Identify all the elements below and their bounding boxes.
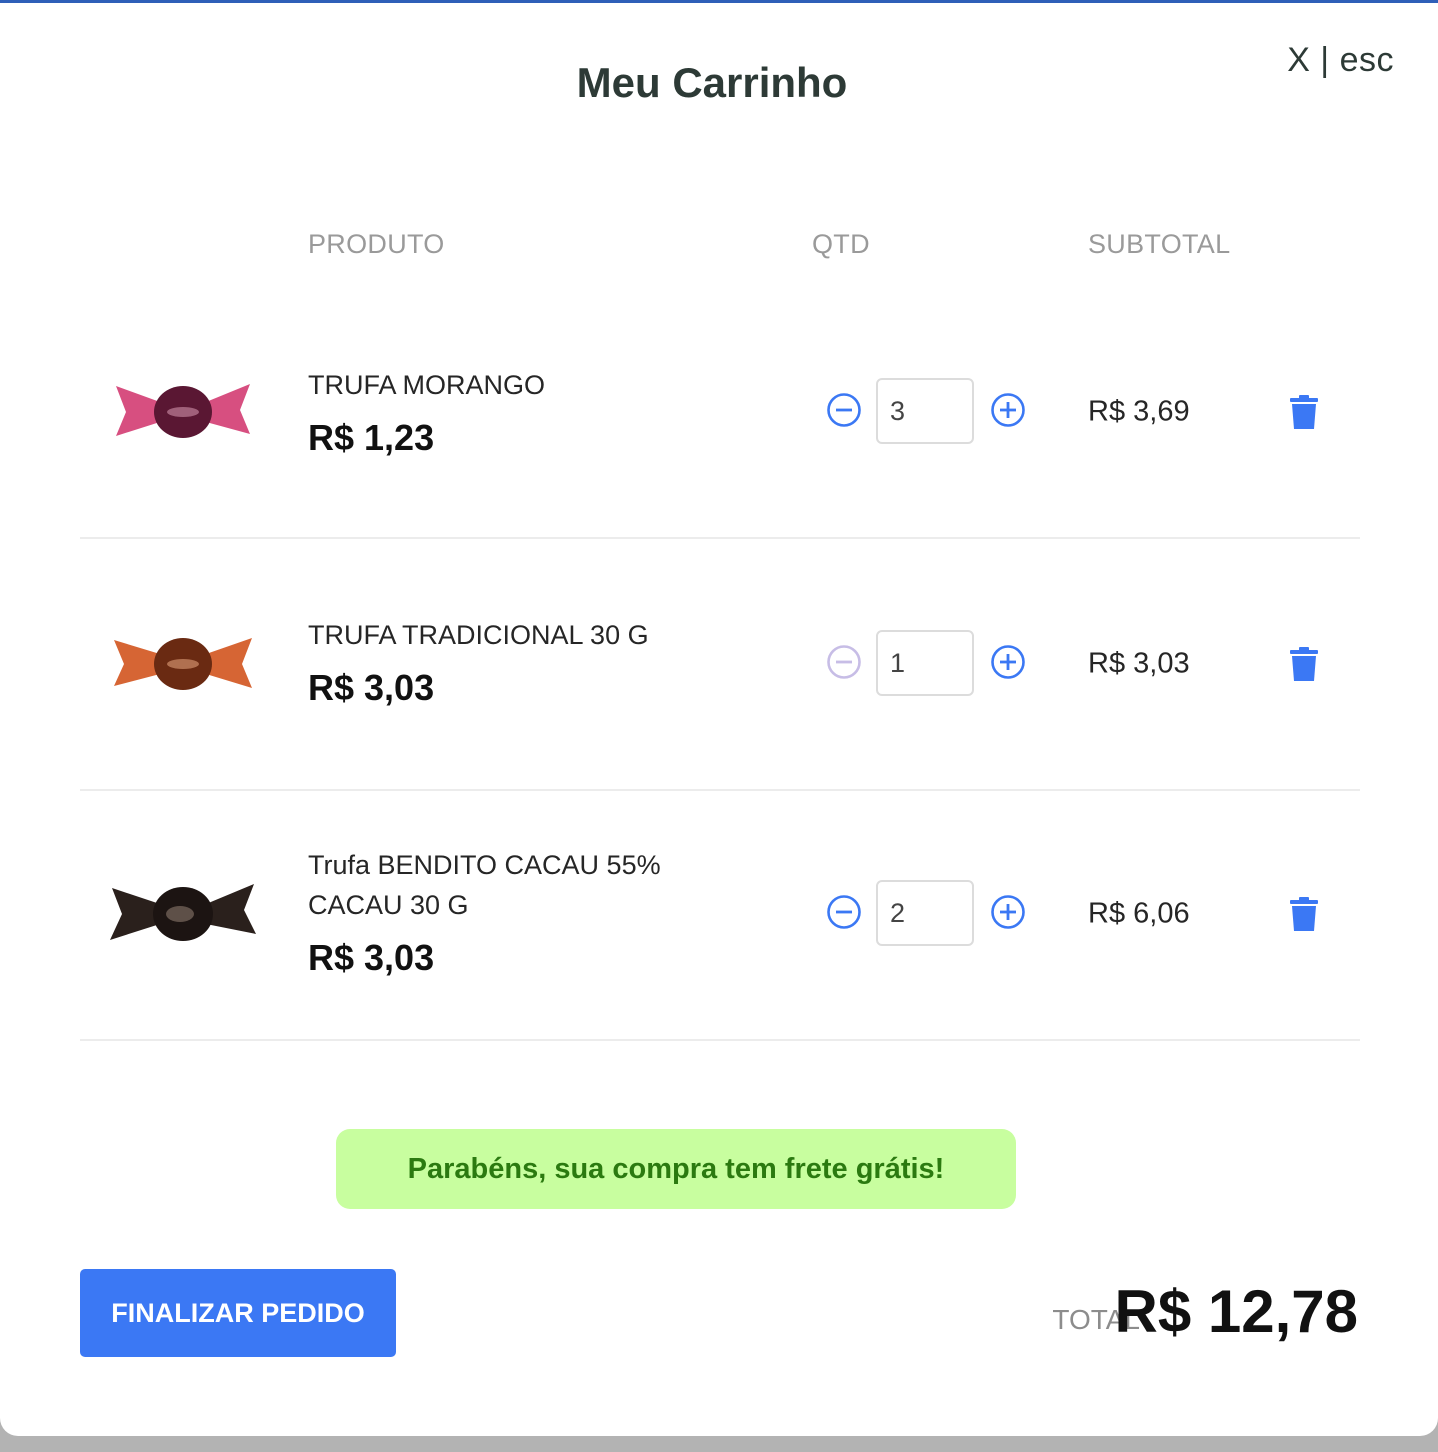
product-price: R$ 3,03 (308, 667, 435, 708)
finalize-order-button[interactable]: FINALIZAR PEDIDO (80, 1269, 396, 1357)
cart-row: Trufa BENDITO CACAU 55% CACAU 30 G R$ 3,… (80, 789, 1360, 1041)
candy-wrapper-right (206, 384, 250, 434)
cart-row: TRUFA MORANGO R$ 1,23 R$ 3,69 (80, 287, 1360, 539)
modal-title: Meu Carrinho (576, 59, 848, 106)
plus-circle-icon[interactable] (990, 392, 1026, 428)
minus-circle-icon[interactable] (826, 644, 862, 680)
total-value: R$ 12,78 (1114, 1278, 1358, 1345)
candy-wrapper-left (116, 386, 160, 436)
candy-wrapper-left (110, 888, 160, 940)
plus-circle-icon[interactable] (990, 894, 1026, 930)
column-header-produto: PRODUTO (308, 229, 445, 259)
candy-label (167, 659, 199, 669)
candy-wrapper-right (206, 638, 252, 688)
product-image (116, 384, 250, 438)
minus-circle-icon[interactable] (826, 894, 862, 930)
candy-label (166, 906, 194, 922)
product-name: TRUFA MORANGO (308, 370, 546, 400)
quantity-input[interactable] (876, 880, 974, 946)
candy-wrapper-right (206, 884, 256, 934)
row-subtotal: R$ 3,69 (1088, 395, 1190, 428)
candy-label (167, 407, 199, 417)
cart-modal: X | esc Meu Carrinho PRODUTO QTD SUBTOTA… (0, 3, 1438, 1436)
product-image (110, 884, 256, 941)
column-header-subtotal: SUBTOTAL (1088, 229, 1231, 259)
quantity-input[interactable] (876, 630, 974, 696)
quantity-stepper (826, 880, 1032, 948)
free-shipping-banner: Parabéns, sua compra tem frete grátis! (336, 1129, 1016, 1209)
product-price: R$ 3,03 (308, 937, 435, 978)
product-name: TRUFA TRADICIONAL 30 G (308, 620, 649, 650)
quantity-stepper (826, 378, 1032, 446)
minus-circle-icon[interactable] (826, 392, 862, 428)
trash-icon[interactable] (1290, 647, 1318, 681)
trash-icon[interactable] (1290, 897, 1318, 931)
plus-circle-icon[interactable] (990, 644, 1026, 680)
row-subtotal: R$ 3,03 (1088, 647, 1190, 680)
row-subtotal: R$ 6,06 (1088, 897, 1190, 930)
quantity-stepper (826, 630, 1032, 698)
product-name: Trufa BENDITO CACAU 55% CACAU 30 G (308, 850, 661, 920)
product-image (114, 638, 252, 690)
product-price: R$ 1,23 (308, 417, 435, 458)
candy-wrapper-left (114, 640, 160, 686)
trash-icon[interactable] (1290, 395, 1318, 429)
column-header-qtd: QTD (812, 229, 870, 259)
quantity-input[interactable] (876, 378, 974, 444)
cart-row: TRUFA TRADICIONAL 30 G R$ 3,03 R$ 3,03 (80, 539, 1360, 791)
